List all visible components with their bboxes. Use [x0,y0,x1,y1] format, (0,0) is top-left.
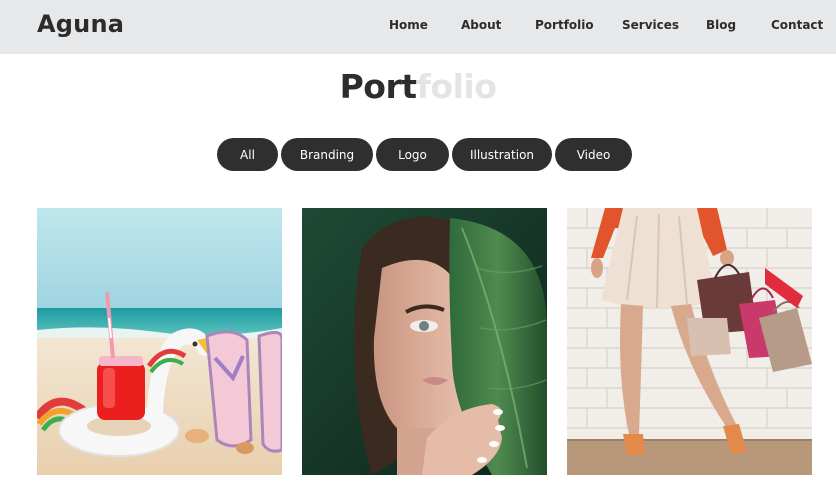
portrait-image [302,208,547,475]
nav-contact[interactable]: Contact [771,18,823,32]
nav-blog[interactable]: Blog [706,18,736,32]
portfolio-item-shopping[interactable] [567,208,812,475]
filter-illustration[interactable]: Illustration [452,138,552,171]
filter-logo[interactable]: Logo [376,138,449,171]
nav-portfolio[interactable]: Portfolio [535,18,594,32]
beach-image [37,208,282,475]
site-header: Aguna Home About Portfolio Services Blog… [0,0,836,54]
filter-all[interactable]: All [217,138,278,171]
section-title: Portfolio [0,67,836,106]
section-title-dark: Port [339,67,417,106]
filter-video[interactable]: Video [555,138,632,171]
section-title-light: folio [416,67,497,106]
shopping-image [567,208,812,475]
nav-services[interactable]: Services [622,18,679,32]
filter-branding[interactable]: Branding [281,138,373,171]
brand-logo[interactable]: Aguna [37,10,124,38]
nav-about[interactable]: About [461,18,501,32]
portfolio-item-portrait[interactable] [302,208,547,475]
portfolio-item-beach[interactable] [37,208,282,475]
nav-home[interactable]: Home [389,18,428,32]
